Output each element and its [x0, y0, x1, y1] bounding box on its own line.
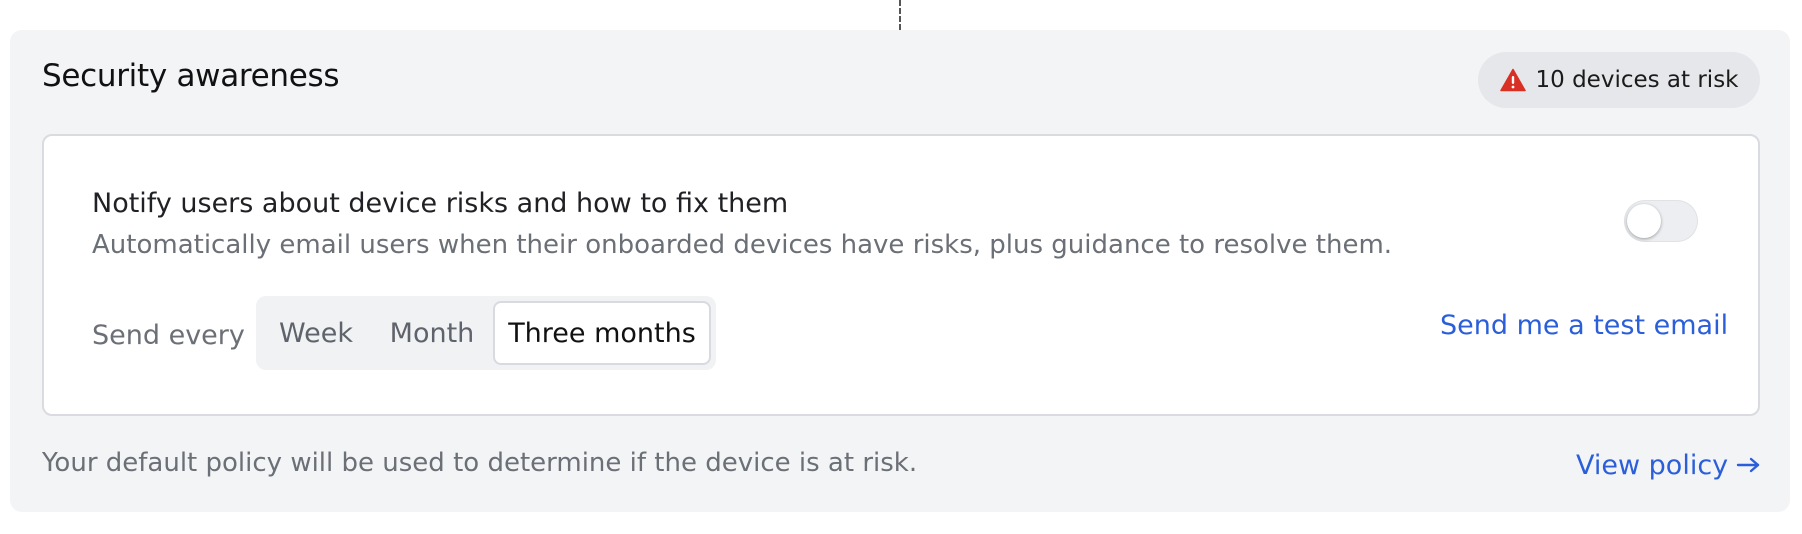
view-policy-label: View policy [1576, 450, 1729, 481]
dashed-connector [899, 0, 901, 30]
devices-at-risk-badge[interactable]: 10 devices at risk [1478, 52, 1760, 108]
risk-count-text: 10 devices at risk [1535, 67, 1739, 93]
frequency-selector: Week Month Three months [256, 296, 716, 370]
panel-title: Security awareness [42, 58, 340, 94]
warning-triangle-icon [1499, 68, 1526, 92]
setting-description: Automatically email users when their onb… [92, 230, 1393, 260]
default-policy-note: Your default policy will be used to dete… [42, 448, 918, 478]
frequency-option-week[interactable]: Week [261, 301, 371, 365]
send-every-label: Send every [92, 320, 245, 351]
security-awareness-panel: Security awareness 10 devices at risk No… [10, 30, 1790, 512]
setting-title: Notify users about device risks and how … [92, 188, 789, 219]
notify-users-toggle[interactable] [1624, 200, 1698, 242]
view-policy-link[interactable]: View policy [1576, 450, 1762, 481]
send-test-email-link[interactable]: Send me a test email [1440, 310, 1728, 341]
frequency-option-month[interactable]: Month [371, 301, 493, 365]
notification-setting-card: Notify users about device risks and how … [42, 134, 1760, 416]
arrow-right-icon [1736, 450, 1762, 481]
frequency-option-three-months[interactable]: Three months [493, 301, 711, 365]
toggle-knob [1627, 204, 1661, 238]
